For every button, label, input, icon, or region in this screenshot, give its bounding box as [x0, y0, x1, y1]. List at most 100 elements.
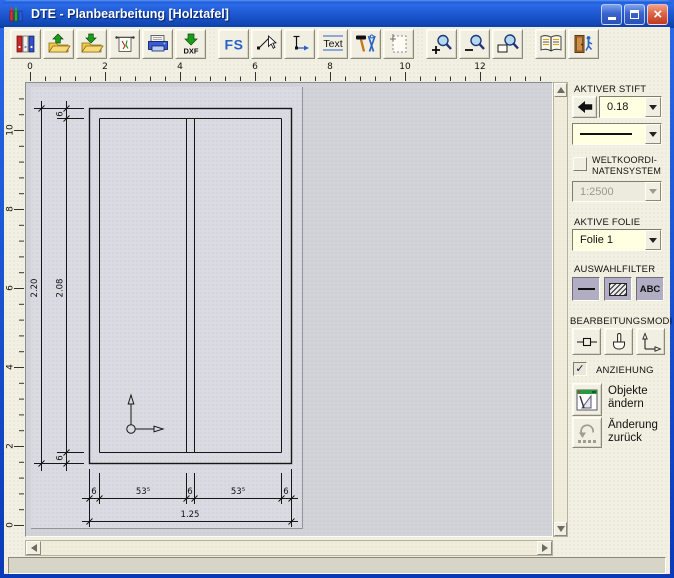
mode-pan-button[interactable]	[604, 328, 633, 355]
horizontal-scrollbar[interactable]	[25, 540, 553, 556]
objekte-aendern-caption: Objekte ändern	[608, 385, 648, 411]
maximize-icon	[630, 10, 639, 19]
axes-icon	[639, 331, 663, 353]
arrow-left-icon	[31, 544, 37, 552]
app-client-area: DXF FS	[4, 27, 670, 574]
zurueck-caption-line1: Änderung	[608, 419, 658, 432]
scale-value: 1:2500	[573, 182, 645, 201]
wks-label-line1: WELTKOORDI-	[592, 155, 661, 166]
status-bar	[8, 557, 666, 574]
three-pencils-icon	[6, 4, 26, 24]
pen-width-value: 0.18	[600, 97, 645, 117]
exit-button[interactable]	[568, 29, 599, 59]
previous-pen-button[interactable]	[572, 96, 597, 118]
settings-tools-button[interactable]	[350, 29, 381, 59]
minimize-button[interactable]	[601, 4, 622, 25]
pen-style-select[interactable]	[572, 123, 662, 145]
scroll-up-button[interactable]	[554, 83, 567, 97]
print-button[interactable]	[142, 29, 173, 59]
left-arrow-icon	[575, 99, 595, 115]
dxf-export-button[interactable]: DXF	[175, 29, 206, 59]
dxf-export-icon: DXF	[179, 33, 203, 55]
save-plan-button[interactable]	[76, 29, 107, 59]
catalog-button[interactable]	[535, 29, 566, 59]
aenderung-zurueck-button[interactable]	[572, 417, 602, 448]
page-frame-icon	[387, 33, 411, 55]
node-edit-icon	[575, 331, 599, 353]
mode-node-edit-button[interactable]	[572, 328, 601, 355]
svg-text:4: 4	[177, 62, 183, 72]
scroll-left-button[interactable]	[26, 541, 41, 555]
zoom-window-button[interactable]	[492, 29, 523, 59]
svg-text:0: 0	[6, 522, 16, 528]
polyline-tool-button[interactable]	[284, 29, 315, 59]
modify-objects-icon	[575, 387, 599, 413]
zurueck-caption-line2: zurück	[608, 432, 658, 445]
anziehung-label: ANZIEHUNG	[596, 365, 654, 376]
ruler-horizontal: 0 2 4 6 8 10 12	[25, 60, 553, 82]
weltkoordinatensystem-checkbox[interactable]	[573, 157, 587, 171]
window-title: DTE - Planbearbeitung [Holztafel]	[31, 7, 601, 21]
app-window: DTE - Planbearbeitung [Holztafel] ×	[0, 0, 674, 578]
scroll-right-button[interactable]	[537, 541, 552, 555]
select-element-button[interactable]	[251, 29, 282, 59]
svg-text:8: 8	[327, 62, 333, 72]
drawing-canvas[interactable]: 2.20 6 2.08 6 6 53⁵ 6 53⁵ 6 1.25	[25, 82, 553, 537]
svg-text:DXF: DXF	[183, 47, 198, 56]
aktiver-stift-label: AKTIVER STIFT	[574, 84, 646, 95]
zoom-out-icon	[463, 33, 487, 55]
dim-bottom-0: 6	[91, 487, 96, 497]
svg-text:FS: FS	[224, 37, 243, 53]
plot-icon	[113, 33, 137, 55]
chevron-down-icon	[649, 189, 657, 194]
pen-width-select[interactable]: 0.18	[599, 96, 662, 118]
svg-text:0: 0	[27, 62, 33, 72]
folie-dropdown-button[interactable]	[645, 230, 661, 250]
vertical-scrollbar[interactable]	[553, 82, 568, 537]
scale-select: 1:2500	[572, 181, 662, 202]
text-tool-button[interactable]: Text	[317, 29, 348, 59]
pen-style-dropdown-button[interactable]	[645, 124, 661, 144]
zoom-out-button[interactable]	[459, 29, 490, 59]
arrow-down-icon	[557, 526, 565, 532]
filter-lines-button[interactable]	[572, 277, 600, 301]
scroll-down-button[interactable]	[554, 522, 567, 536]
objekte-aendern-button[interactable]	[572, 383, 602, 416]
dim-bottom-1: 53⁵	[136, 487, 150, 497]
aenderung-zurueck-caption: Änderung zurück	[608, 419, 658, 445]
fs-tool-button[interactable]: FS	[218, 29, 249, 59]
open-plan-button[interactable]	[43, 29, 74, 59]
folder-export-icon	[80, 33, 104, 55]
pen-width-dropdown-button[interactable]	[645, 97, 661, 117]
svg-text:4: 4	[6, 364, 16, 370]
filter-text-button[interactable]: ABC	[636, 277, 664, 301]
svg-text:6: 6	[6, 285, 16, 291]
hand-icon	[607, 331, 631, 353]
undo-icon	[575, 421, 599, 445]
chevron-down-icon	[649, 105, 657, 110]
svg-text:2: 2	[102, 62, 108, 72]
plot-button[interactable]	[109, 29, 140, 59]
mode-coordinates-button[interactable]	[636, 328, 665, 355]
bearbeitungsmodi-label: BEARBEITUNGSMODI	[570, 316, 672, 327]
folie-select[interactable]: Folie 1	[572, 229, 662, 251]
abc-filter-label: ABC	[640, 284, 661, 295]
dim-bottom-4: 6	[283, 487, 288, 497]
dim-total-height: 2.20	[30, 279, 40, 298]
check-icon: ✓	[575, 364, 584, 375]
projects-button[interactable]	[10, 29, 41, 59]
close-button[interactable]: ×	[647, 4, 668, 25]
dim-total-width: 1.25	[181, 510, 200, 520]
folder-import-icon	[47, 33, 71, 55]
side-panel: AKTIVER STIFT 0.18 WELTKOORDI- NATENSYST…	[568, 60, 670, 557]
titlebar: DTE - Planbearbeitung [Holztafel] ×	[0, 0, 674, 28]
page-frame-button[interactable]	[383, 29, 414, 59]
maximize-button[interactable]	[624, 4, 645, 25]
ruler-vertical-scale: 10 8 6 4 2 0	[4, 82, 25, 537]
dim-rail-bottom: 6	[56, 455, 66, 460]
svg-text:10: 10	[6, 124, 16, 136]
anziehung-checkbox[interactable]: ✓	[573, 362, 587, 376]
zoom-in-button[interactable]	[426, 29, 457, 59]
filter-hatch-button[interactable]	[604, 277, 632, 301]
ruler-vertical: 10 8 6 4 2 0	[4, 82, 25, 537]
